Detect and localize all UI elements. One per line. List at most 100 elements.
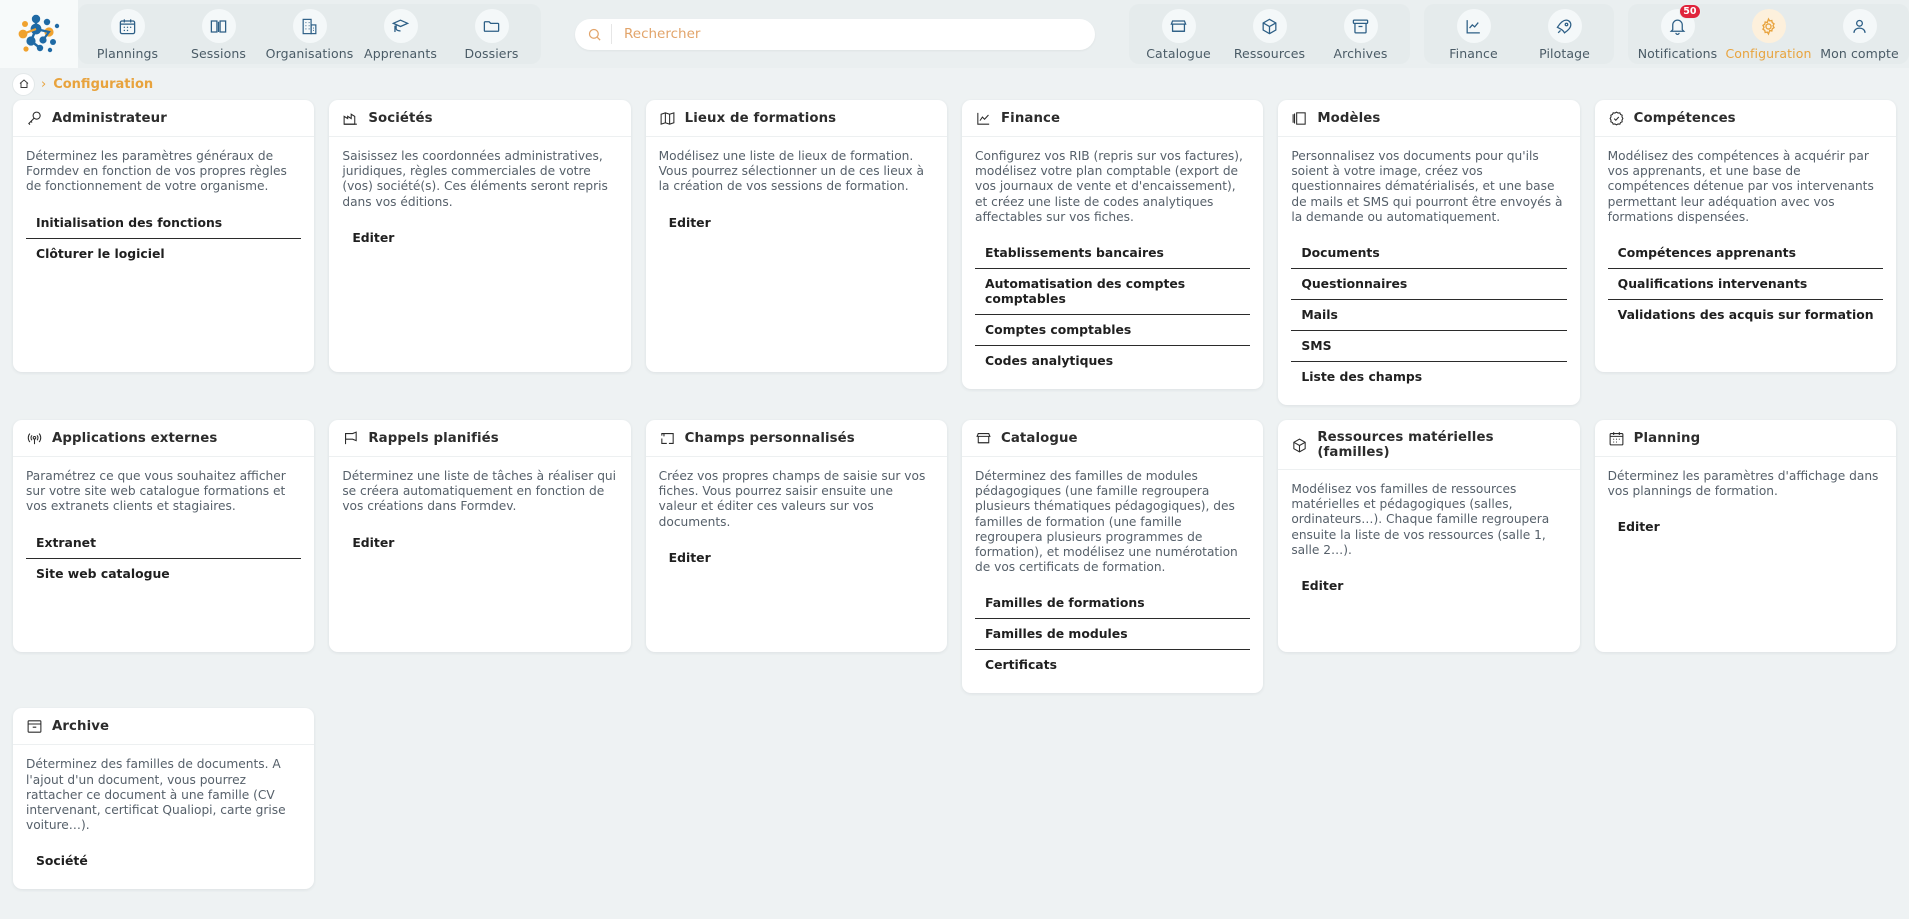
chart-line-icon (975, 110, 992, 127)
breadcrumb-current[interactable]: Configuration (53, 77, 153, 92)
card-link[interactable]: Familles de modules (975, 619, 1250, 650)
card-title: Champs personnalisés (685, 431, 855, 446)
card-links: Documents Questionnaires Mails SMS Liste… (1291, 238, 1566, 392)
card-link[interactable]: Automatisation des comptes comptables (975, 269, 1250, 315)
card-description: Déterminez les paramètres d'affichage da… (1608, 469, 1883, 499)
search-input[interactable] (611, 24, 1089, 44)
nav-item-label: Catalogue (1146, 46, 1211, 61)
card-links: Société (26, 846, 301, 876)
card-link[interactable]: Extranet (26, 528, 301, 559)
card-link[interactable]: Etablissements bancaires (975, 238, 1250, 269)
card-header: Rappels planifiés (329, 420, 630, 457)
card-link[interactable]: Familles de formations (975, 588, 1250, 619)
card-links: Editer (1608, 512, 1883, 542)
rocket-icon (1548, 9, 1582, 43)
search-icon (587, 27, 602, 42)
card-lieux-de-formations: Lieux de formations Modélisez une liste … (646, 100, 947, 372)
breadcrumb: › Configuration (0, 68, 1909, 100)
card-link[interactable]: Compétences apprenants (1608, 238, 1883, 269)
archive-icon (26, 718, 43, 735)
calendar-icon (111, 9, 145, 43)
nav-divider-2 (1614, 0, 1628, 68)
card-link[interactable]: Qualifications intervenants (1608, 269, 1883, 300)
nav-item-archives[interactable]: Archives (1315, 7, 1406, 61)
nav-item-label: Pilotage (1539, 46, 1590, 61)
notification-badge: 50 (1679, 4, 1700, 19)
card-link[interactable]: Clôturer le logiciel (26, 239, 301, 269)
nav-group-left: Plannings Sessions Organisations (78, 4, 541, 64)
nav-group-mid2: Finance Pilotage (1424, 4, 1614, 64)
cube-icon (1253, 9, 1287, 43)
card-link[interactable]: Editer (1608, 512, 1883, 542)
card-title: Catalogue (1001, 431, 1078, 446)
chart-line-icon (1457, 9, 1491, 43)
nav-item-ressources[interactable]: Ressources (1224, 7, 1315, 61)
breadcrumb-separator: › (41, 78, 46, 91)
card-description: Modélisez des compétences à acquérir par… (1608, 149, 1883, 225)
card-body: Modélisez vos familles de ressources mat… (1278, 470, 1579, 652)
card-link[interactable]: Site web catalogue (26, 559, 301, 589)
card-header: Champs personnalisés (646, 420, 947, 457)
card-societes: Sociétés Saisissez les coordonnées admin… (329, 100, 630, 372)
card-link[interactable]: Questionnaires (1291, 269, 1566, 300)
card-link[interactable]: Editer (342, 223, 617, 253)
card-link[interactable]: Validations des acquis sur formation (1608, 300, 1883, 330)
card-header: Lieux de formations (646, 100, 947, 137)
book-open-icon (202, 9, 236, 43)
card-link[interactable]: Mails (1291, 300, 1566, 331)
nav-item-sessions[interactable]: Sessions (173, 7, 264, 61)
nav-item-finance[interactable]: Finance (1428, 7, 1519, 61)
card-competences: Compétences Modélisez des compétences à … (1595, 100, 1896, 372)
card-link[interactable]: Editer (342, 528, 617, 558)
card-link[interactable]: SMS (1291, 331, 1566, 362)
nav-item-apprenants[interactable]: Apprenants (355, 7, 446, 61)
card-link[interactable]: Editer (659, 543, 934, 573)
config-card-grid-row-1: Administrateur Déterminez les paramètres… (0, 100, 1909, 405)
card-champs-personnalises: Champs personnalisés Créez vos propres c… (646, 420, 947, 652)
card-link[interactable]: Initialisation des fonctions (26, 208, 301, 239)
card-header: Sociétés (329, 100, 630, 137)
nav-item-notifications[interactable]: 50 Notifications (1632, 7, 1723, 61)
nav-item-mon-compte[interactable]: Mon compte (1814, 7, 1905, 61)
card-link[interactable]: Certificats (975, 650, 1250, 680)
card-catalogue: Catalogue Déterminez des familles de mod… (962, 420, 1263, 693)
search-box[interactable] (575, 19, 1095, 50)
card-header: Applications externes (13, 420, 314, 457)
card-title: Lieux de formations (685, 111, 837, 126)
nav-item-organisations[interactable]: Organisations (264, 7, 355, 61)
card-link[interactable]: Editer (1291, 571, 1566, 601)
nav-item-label: Ressources (1234, 46, 1305, 61)
card-title: Compétences (1634, 111, 1736, 126)
nav-item-configuration[interactable]: Configuration (1723, 7, 1814, 61)
card-description: Déterminez les paramètres généraux de Fo… (26, 149, 301, 195)
card-body: Modélisez des compétences à acquérir par… (1595, 137, 1896, 372)
card-title: Finance (1001, 111, 1060, 126)
card-description: Personnalisez vos documents pour qu'ils … (1291, 149, 1566, 225)
gear-icon (1752, 9, 1786, 43)
card-header: Finance (962, 100, 1263, 137)
card-title: Sociétés (368, 111, 432, 126)
card-body: Déterminez des familles de documents. A … (13, 745, 314, 889)
nav-item-catalogue[interactable]: Catalogue (1133, 7, 1224, 61)
nav-divider (1410, 0, 1424, 68)
card-link[interactable]: Comptes comptables (975, 315, 1250, 346)
card-title: Rappels planifiés (368, 431, 498, 446)
card-applications-externes: Applications externes Paramétrez ce que … (13, 420, 314, 652)
card-link[interactable]: Liste des champs (1291, 362, 1566, 392)
card-link[interactable]: Editer (659, 208, 934, 238)
calendar-icon (1608, 430, 1625, 447)
card-link[interactable]: Société (26, 846, 301, 876)
nav-group-right: 50 Notifications Configuration Mon compt… (1628, 4, 1909, 64)
nav-item-plannings[interactable]: Plannings (82, 7, 173, 61)
card-body: Déterminez les paramètres généraux de Fo… (13, 137, 314, 372)
nav-item-pilotage[interactable]: Pilotage (1519, 7, 1610, 61)
nav-item-label: Finance (1449, 46, 1498, 61)
store-icon (1162, 9, 1196, 43)
app-logo[interactable] (0, 0, 78, 68)
nav-item-dossiers[interactable]: Dossiers (446, 7, 537, 61)
card-link[interactable]: Documents (1291, 238, 1566, 269)
card-body: Déterminez des familles de modules pédag… (962, 457, 1263, 693)
home-icon[interactable] (13, 74, 34, 95)
card-link[interactable]: Codes analytiques (975, 346, 1250, 376)
card-description: Modélisez vos familles de ressources mat… (1291, 482, 1566, 558)
